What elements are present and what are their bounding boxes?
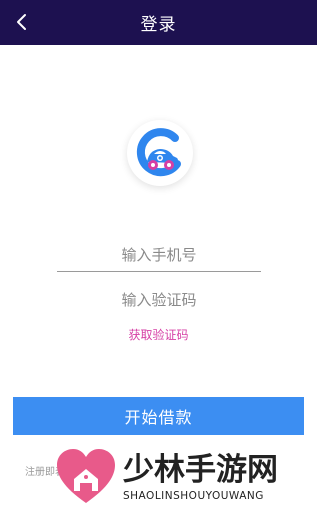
start-loan-button[interactable]: 开始借款 <box>13 397 304 435</box>
get-code-link[interactable]: 获取验证码 <box>0 326 317 343</box>
watermark-text: 少林手游网 SHAOLINSHOUYOUWANG <box>123 452 278 502</box>
back-button[interactable] <box>8 8 36 36</box>
car-logo-icon <box>136 128 181 177</box>
chevron-left-icon <box>17 14 26 30</box>
phone-input[interactable] <box>57 245 261 264</box>
watermark: 少林手游网 SHAOLINSHOUYOUWANG <box>55 446 278 508</box>
page-title: 登录 <box>140 15 177 35</box>
app-logo <box>127 120 193 186</box>
watermark-title: 少林手游网 <box>123 452 278 488</box>
header-bar: 登录 <box>0 0 317 45</box>
code-field <box>57 283 261 317</box>
phone-field <box>57 238 261 272</box>
verification-code-input[interactable] <box>57 291 261 309</box>
watermark-subtitle: SHAOLINSHOUYOUWANG <box>123 490 264 502</box>
heart-house-icon <box>57 449 115 503</box>
